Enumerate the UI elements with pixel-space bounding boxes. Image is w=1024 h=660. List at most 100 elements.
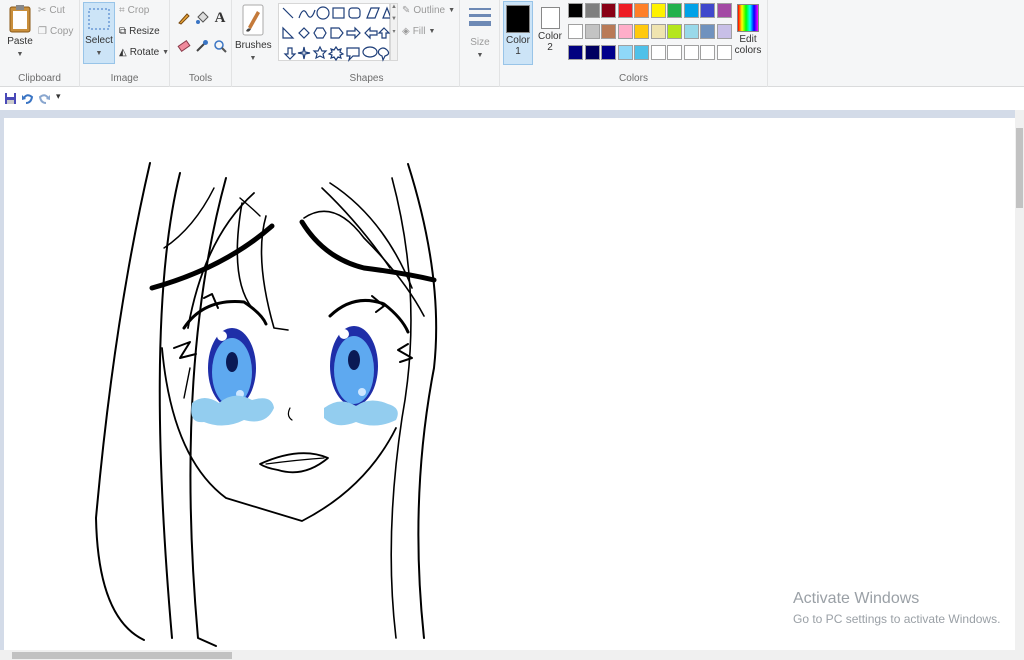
size-group: Size ▼ [460, 0, 500, 87]
image-group-label: Image [110, 73, 139, 84]
color2-button[interactable]: Color 2 [535, 1, 565, 65]
redo-icon[interactable] [38, 92, 51, 105]
customize-toolbar-icon[interactable]: ▾ [56, 91, 61, 102]
palette-swatch[interactable] [634, 24, 649, 39]
palette-swatch[interactable] [584, 24, 600, 39]
anime-girl-drawing [95, 162, 438, 647]
quick-access-toolbar: ▾ [0, 88, 1024, 110]
colors-group-label: Colors [619, 73, 648, 84]
palette-swatch[interactable] [617, 3, 633, 18]
palette-swatch[interactable] [683, 45, 699, 60]
palette-swatch[interactable] [584, 45, 600, 60]
palette-swatch[interactable] [601, 24, 616, 39]
line-size-icon [469, 8, 491, 26]
workspace [0, 110, 1015, 650]
brushes-label: Brushes [235, 40, 272, 51]
chevron-down-icon: ▼ [16, 51, 24, 58]
tools-group-label: Tools [188, 73, 213, 84]
rotate-button[interactable]: ◭ Rotate ▼ [119, 47, 169, 58]
outline-label: Outline [413, 5, 446, 16]
color1-button[interactable]: Color 1 [503, 1, 533, 65]
color2-number: 2 [547, 42, 553, 53]
vertical-scrollbar[interactable] [1015, 110, 1024, 650]
shapes-grid-icon [282, 6, 392, 62]
brush-icon [242, 4, 264, 36]
paste-button[interactable]: Paste ▼ [4, 3, 36, 59]
palette-swatch[interactable] [634, 45, 649, 60]
rotate-icon: ◭ [119, 47, 127, 58]
color1-number: 1 [515, 46, 521, 57]
color2-swatch [540, 7, 560, 29]
palette-swatch[interactable] [568, 24, 583, 39]
palette-swatch[interactable] [650, 3, 666, 18]
magnifier-icon[interactable] [212, 38, 228, 54]
text-icon[interactable]: A [212, 10, 228, 26]
palette-swatch[interactable] [634, 3, 649, 18]
horizontal-scroll-thumb[interactable] [12, 652, 232, 659]
vertical-scroll-thumb[interactable] [1016, 128, 1023, 208]
palette-swatch[interactable] [700, 3, 715, 18]
edit-colors-button[interactable]: Edit colors [733, 4, 763, 56]
image-group: Select ▼ ⌗ Crop ⧉ Resize ◭ Rotate ▼ Imag… [80, 0, 170, 87]
palette-swatch[interactable] [700, 24, 715, 39]
palette-swatch[interactable] [601, 3, 616, 18]
select-label: Select [85, 35, 113, 46]
undo-icon[interactable] [21, 92, 34, 105]
outline-icon: ✎ [402, 5, 411, 16]
palette-swatch[interactable] [601, 45, 616, 60]
copy-icon: ❐ [38, 26, 47, 37]
pencil-icon[interactable] [176, 10, 192, 26]
paste-label: Paste [7, 36, 33, 47]
palette-swatch[interactable] [568, 3, 583, 18]
color2-label: Color [538, 31, 562, 42]
chevron-down-icon: ▼ [448, 7, 456, 14]
fill-icon: ◈ [402, 26, 410, 37]
shapes-gallery[interactable] [278, 3, 392, 62]
color-picker-icon[interactable] [194, 38, 210, 54]
chevron-down-icon: ▼ [95, 50, 103, 57]
watermark-subtitle: Go to PC settings to activate Windows. [793, 612, 1001, 626]
palette-swatch[interactable] [667, 3, 682, 18]
eraser-icon[interactable] [176, 38, 192, 54]
palette-swatch[interactable] [667, 24, 682, 39]
crop-button[interactable]: ⌗ Crop [119, 5, 149, 16]
palette-swatch[interactable] [617, 45, 633, 60]
palette-swatch[interactable] [667, 45, 682, 60]
activate-windows-watermark: Activate Windows Go to PC settings to ac… [793, 590, 1000, 626]
palette-swatch[interactable] [683, 24, 699, 39]
fill-label: Fill [412, 26, 426, 37]
palette-swatch[interactable] [716, 24, 732, 39]
palette-swatch[interactable] [650, 45, 666, 60]
palette-swatch[interactable] [683, 3, 699, 18]
copy-button[interactable]: ❐ Copy [38, 26, 73, 37]
chevron-down-icon: ▼ [162, 49, 170, 56]
clipboard-group: Paste ▼ ✂ Cut ❐ Copy Clipboard [0, 0, 80, 87]
cut-label: Cut [49, 5, 65, 16]
save-icon[interactable] [4, 92, 17, 105]
palette-swatch[interactable] [584, 3, 600, 18]
outline-button[interactable]: ✎ Outline ▼ [402, 5, 455, 16]
cut-button[interactable]: ✂ Cut [38, 5, 65, 16]
horizontal-scrollbar[interactable] [0, 650, 1024, 660]
resize-button[interactable]: ⧉ Resize [119, 26, 160, 37]
fill-bucket-icon[interactable] [194, 10, 210, 26]
shapes-scroll[interactable]: ▲ ▼ ▾ [390, 3, 398, 61]
shapes-group-label: Shapes [349, 73, 384, 84]
palette-swatch[interactable] [650, 24, 666, 39]
brushes-button[interactable]: Brushes ▼ [235, 3, 272, 63]
resize-icon: ⧉ [119, 26, 127, 37]
drawing-canvas[interactable] [4, 118, 1015, 650]
size-button[interactable]: Size ▼ [464, 4, 496, 60]
palette-swatch[interactable] [716, 45, 732, 60]
color1-label: Color [506, 35, 530, 46]
chevron-down-icon: ▼ [428, 28, 436, 35]
palette-swatch[interactable] [716, 3, 732, 18]
select-button[interactable]: Select ▼ [83, 2, 115, 64]
palette-swatch[interactable] [617, 24, 633, 39]
palette-swatch[interactable] [568, 45, 583, 60]
color1-swatch [506, 5, 530, 33]
size-label: Size [470, 37, 490, 48]
fill-button[interactable]: ◈ Fill ▼ [402, 26, 435, 37]
palette-swatch[interactable] [700, 45, 715, 60]
edit-colors-label: Edit [739, 34, 757, 45]
